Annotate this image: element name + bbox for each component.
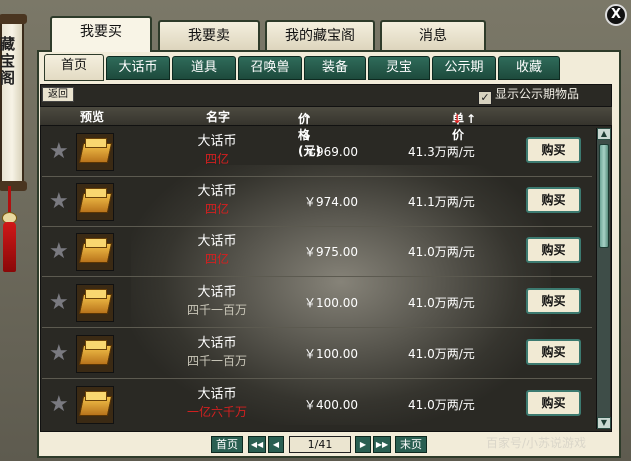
- unit-sort-up-icon[interactable]: ↑: [466, 111, 476, 127]
- first-page-button[interactable]: 首页: [211, 436, 243, 453]
- buy-button[interactable]: 购买: [526, 339, 581, 365]
- favorite-star-icon[interactable]: ★: [49, 343, 69, 365]
- tassel-decoration: [3, 222, 16, 272]
- tab-my-treasure[interactable]: 我的藏宝阁: [265, 20, 375, 50]
- item-unit-price: 41.0万两/元: [408, 296, 475, 310]
- item-name: 大话币: [197, 285, 237, 300]
- unit-sort-down-icon[interactable]: ↓: [452, 111, 462, 127]
- buy-button[interactable]: 购买: [526, 237, 581, 263]
- item-price: ￥969.00: [304, 145, 358, 159]
- subtab-favorites[interactable]: 收藏: [498, 56, 560, 80]
- scroll-down-arrow-icon[interactable]: ▼: [597, 417, 611, 429]
- table-row: ★ 大话币 四千一百万 ￥100.00 41.0万两/元 购买: [42, 330, 592, 379]
- item-unit-price: 41.0万两/元: [408, 347, 475, 361]
- subtab-summons[interactable]: 召唤兽: [238, 56, 302, 80]
- subtab-currency[interactable]: 大话币: [106, 56, 170, 80]
- buy-button[interactable]: 购买: [526, 187, 581, 213]
- favorite-star-icon[interactable]: ★: [49, 191, 69, 213]
- item-name: 大话币: [197, 387, 237, 402]
- favorite-star-icon[interactable]: ★: [49, 241, 69, 263]
- item-amount: 四亿: [204, 252, 229, 266]
- item-thumbnail: [76, 233, 114, 271]
- tab-sell[interactable]: 我要卖: [158, 20, 260, 50]
- table-row: ★ 大话币 四亿 ￥974.00 41.1万两/元 购买: [42, 178, 592, 227]
- coin-stack-icon: [85, 138, 107, 148]
- item-price: ￥100.00: [304, 347, 358, 361]
- item-thumbnail: [76, 284, 114, 322]
- item-unit-price: 41.3万两/元: [408, 145, 475, 159]
- last-page-button[interactable]: 末页: [395, 436, 427, 453]
- watermark-credit: 百家号/小苏说游戏: [486, 436, 587, 450]
- window-title: 藏宝阁: [0, 36, 16, 87]
- subtab-home[interactable]: 首页: [44, 54, 104, 81]
- table-header: 预览 名字 价格(元) ↑ ↓ 单价 ↑ ↓: [40, 106, 612, 158]
- next-fast-icon[interactable]: ▶▶: [373, 436, 391, 453]
- table-row: ★ 大话币 一亿六千万 ￥400.00 41.0万两/元 购买: [42, 381, 592, 430]
- tab-messages[interactable]: 消息: [380, 20, 486, 50]
- item-name: 大话币: [197, 134, 237, 149]
- table-row: ★ 大话币 四千一百万 ￥100.00 41.0万两/元 购买: [42, 279, 592, 328]
- next-page-icon[interactable]: ▶: [355, 436, 371, 453]
- scroll-cap-top: [0, 14, 27, 24]
- item-unit-price: 41.1万两/元: [408, 195, 475, 209]
- column-name: 名字: [206, 110, 231, 124]
- item-unit-price: 41.0万两/元: [408, 245, 475, 259]
- item-amount: 四千一百万: [186, 354, 247, 368]
- column-preview: 预览: [80, 110, 105, 124]
- item-price: ￥100.00: [304, 296, 358, 310]
- item-thumbnail: [76, 183, 114, 221]
- buy-button[interactable]: 购买: [526, 390, 581, 416]
- subtab-public-period[interactable]: 公示期: [432, 56, 496, 80]
- item-price: ￥974.00: [304, 195, 358, 209]
- scroll-thumb[interactable]: [599, 144, 609, 248]
- show-public-label: 显示公示期物品: [495, 87, 580, 101]
- item-price: ￥400.00: [304, 398, 358, 412]
- subtab-lingbao[interactable]: 灵宝: [368, 56, 430, 80]
- scroll-up-arrow-icon[interactable]: ▲: [597, 128, 611, 140]
- item-name: 大话币: [197, 336, 237, 351]
- favorite-star-icon[interactable]: ★: [49, 292, 69, 314]
- item-thumbnail: [76, 335, 114, 373]
- subtab-items[interactable]: 道具: [172, 56, 236, 80]
- item-name: 大话币: [197, 184, 237, 199]
- table-row: ★ 大话币 四亿 ￥975.00 41.0万两/元 购买: [42, 228, 592, 277]
- item-amount: 一亿六千万: [186, 405, 247, 419]
- subtab-equipment[interactable]: 装备: [304, 56, 366, 80]
- favorite-star-icon[interactable]: ★: [49, 394, 69, 416]
- buy-button[interactable]: 购买: [526, 137, 581, 163]
- list-scrollbar[interactable]: ▲ ▼: [596, 128, 611, 429]
- table-row: ★ 大话币 四亿 ￥969.00 41.3万两/元 购买: [42, 128, 592, 177]
- item-amount: 四亿: [204, 152, 229, 166]
- item-price: ￥975.00: [304, 245, 358, 259]
- page-indicator[interactable]: 1/41: [289, 436, 351, 453]
- coin-stack-icon: [85, 391, 107, 401]
- show-public-toggle[interactable]: ✓ 显示公示期物品: [478, 86, 579, 105]
- prev-page-icon[interactable]: ◀: [268, 436, 284, 453]
- coin-stack-icon: [85, 238, 107, 248]
- item-amount: 四亿: [204, 202, 229, 216]
- close-button[interactable]: X: [605, 4, 627, 26]
- prev-fast-icon[interactable]: ◀◀: [248, 436, 266, 453]
- item-unit-price: 41.0万两/元: [408, 398, 475, 412]
- checkbox-icon[interactable]: ✓: [478, 91, 492, 105]
- coin-stack-icon: [85, 188, 107, 198]
- favorite-star-icon[interactable]: ★: [49, 141, 69, 163]
- buy-button[interactable]: 购买: [526, 288, 581, 314]
- coin-stack-icon: [85, 289, 107, 299]
- item-amount: 四千一百万: [186, 303, 247, 317]
- tab-buy[interactable]: 我要买: [50, 16, 152, 52]
- scroll-cap-bottom: [0, 181, 27, 191]
- side-scroll-decoration: 藏宝阁: [0, 14, 27, 191]
- back-button[interactable]: 返回: [42, 87, 74, 102]
- item-thumbnail: [76, 386, 114, 424]
- item-thumbnail: [76, 133, 114, 171]
- item-name: 大话币: [197, 234, 237, 249]
- coin-stack-icon: [85, 340, 107, 350]
